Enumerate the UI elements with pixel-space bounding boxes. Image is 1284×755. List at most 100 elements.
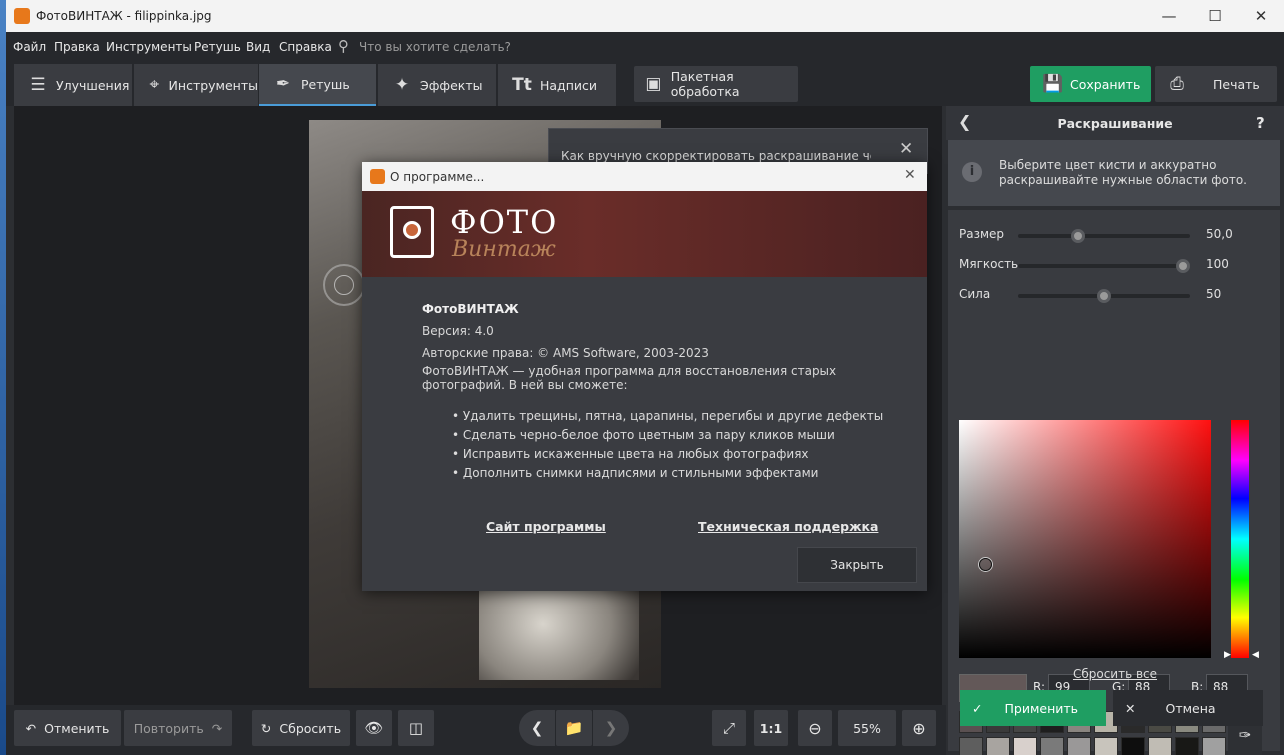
close-dialog-button[interactable]: Закрыть	[797, 547, 917, 583]
size-slider[interactable]	[1018, 229, 1190, 243]
swatches-row-2	[959, 737, 1226, 755]
close-window-button[interactable]: ✕	[1238, 0, 1284, 32]
menu-edit[interactable]: Правка	[54, 40, 100, 54]
color-swatch[interactable]	[959, 737, 983, 755]
menu-retouch[interactable]: Ретушь	[194, 40, 241, 54]
strength-slider[interactable]	[1018, 289, 1190, 303]
reset-all-link[interactable]: Сбросить все	[946, 667, 1284, 681]
prev-photo-button[interactable]: ❮	[519, 710, 555, 746]
reset-button[interactable]: ↻ Сбросить	[252, 710, 350, 746]
zoom-in-icon[interactable]: ⊕	[902, 710, 936, 746]
retouch-panel: ❮ Раскрашивание ? i Выберите цвет кисти …	[946, 106, 1284, 755]
cancel-button[interactable]: ✕ Отмена	[1113, 690, 1263, 726]
app-logo-icon	[14, 8, 30, 24]
info-line-2: раскрашивайте нужные области фото.	[999, 173, 1247, 187]
color-swatch[interactable]	[1067, 737, 1091, 755]
hue-marker-left-icon: ▶	[1224, 650, 1231, 660]
about-version: Версия: 4.0	[422, 324, 494, 338]
title-bar: ФотоВИНТАЖ - filippinka.jpg — ☐ ✕	[6, 0, 1284, 32]
info-icon: i	[962, 162, 982, 182]
about-bullet: • Удалить трещины, пятна, царапины, пере…	[452, 409, 884, 423]
tab-label: Ретушь	[301, 76, 350, 92]
hue-marker-right-icon: ◀	[1252, 650, 1259, 660]
size-value: 50,0	[1206, 227, 1233, 241]
about-bullet: • Дополнить снимки надписями и стильными…	[452, 466, 819, 480]
color-swatch[interactable]	[986, 737, 1010, 755]
about-banner: ФОТО Винтаж	[362, 191, 927, 277]
softness-value: 100	[1206, 257, 1229, 271]
picker-cursor[interactable]	[979, 558, 992, 571]
panel-title: Раскрашивание	[1057, 116, 1173, 131]
batch-processing-button[interactable]: ▣ Пакетная обработка	[634, 66, 798, 102]
compare-icon[interactable]: ◫	[398, 710, 434, 746]
text-icon: Tt	[512, 75, 532, 95]
hue-slider[interactable]	[1231, 420, 1249, 658]
maximize-button[interactable]: ☐	[1192, 0, 1238, 32]
color-swatch[interactable]	[1175, 737, 1199, 755]
color-swatch[interactable]	[1040, 737, 1064, 755]
check-icon: ✓	[972, 700, 983, 716]
about-title: О программе...	[390, 170, 485, 184]
save-button[interactable]: 💾 Сохранить	[1030, 66, 1151, 102]
panel-info: i Выберите цвет кисти и аккуратно раскра…	[948, 140, 1280, 206]
tab-enhancements[interactable]: ☰ Улучшения	[14, 64, 132, 106]
color-swatch[interactable]	[1148, 737, 1172, 755]
color-swatch[interactable]	[1094, 737, 1118, 755]
panel-header: ❮ Раскрашивание ?	[946, 106, 1284, 140]
color-swatch[interactable]	[1202, 737, 1226, 755]
color-swatch[interactable]	[1013, 737, 1037, 755]
redo-icon: ↷	[211, 720, 223, 736]
window-title: ФотоВИНТАЖ - filippinka.jpg	[36, 9, 212, 23]
about-dialog: О программе... ✕ ФОТО Винтаж ФотоВИНТАЖ …	[362, 162, 927, 591]
cancel-label: Отмена	[1165, 700, 1216, 716]
tab-text[interactable]: Tt Надписи	[498, 64, 616, 106]
menu-bar: Файл Правка Инструменты Ретушь Вид Справ…	[6, 32, 1284, 61]
zoom-level[interactable]: 55%	[838, 710, 896, 746]
color-picker-area[interactable]	[959, 420, 1211, 658]
site-link[interactable]: Сайт программы	[486, 519, 606, 534]
eye-icon[interactable]: 👁	[356, 710, 392, 746]
slider-thumb[interactable]	[1176, 259, 1191, 273]
softness-slider[interactable]	[1018, 259, 1191, 273]
zoom-out-icon[interactable]: ⊖	[798, 710, 832, 746]
image-stack-icon: ▣	[645, 74, 662, 94]
support-link[interactable]: Техническая поддержка	[698, 519, 878, 534]
menu-help[interactable]: Справка	[279, 40, 332, 54]
folder-icon[interactable]: 📁	[556, 710, 592, 746]
tab-label: Инструменты	[168, 77, 258, 93]
color-swatch[interactable]	[1121, 737, 1145, 755]
about-desc-1: ФотоВИНТАЖ — удобная программа для восст…	[422, 364, 837, 378]
menu-tools[interactable]: Инструменты	[106, 40, 192, 54]
print-label: Печать	[1213, 76, 1260, 92]
printer-icon: ⎙	[1170, 74, 1184, 94]
floppy-icon: 💾	[1042, 74, 1064, 94]
wand-icon: ✦	[394, 75, 410, 95]
fit-screen-icon[interactable]: ⤢	[712, 710, 746, 746]
next-photo-button[interactable]: ❯	[593, 710, 629, 746]
tab-effects[interactable]: ✦ Эффекты	[378, 64, 496, 106]
about-title-bar: О программе... ✕	[362, 162, 927, 191]
slider-thumb[interactable]	[1071, 229, 1086, 243]
redo-button[interactable]: Повторить ↷	[124, 710, 232, 746]
apply-button[interactable]: ✓ Применить	[960, 690, 1106, 726]
minimize-button[interactable]: —	[1146, 0, 1192, 32]
close-icon[interactable]: ✕	[904, 167, 916, 183]
menu-file[interactable]: Файл	[13, 40, 46, 54]
slider-thumb[interactable]	[1097, 289, 1111, 303]
help-icon[interactable]: ?	[1256, 114, 1265, 132]
tab-label: Улучшения	[56, 77, 130, 93]
print-button[interactable]: ⎙ Печать	[1155, 66, 1277, 102]
ratio-button[interactable]: 1:1	[754, 710, 788, 746]
redo-label: Повторить	[133, 720, 204, 736]
tab-retouch[interactable]: ✒ Ретушь	[259, 64, 376, 106]
undo-button[interactable]: ↶ Отменить	[14, 710, 121, 746]
info-line-1: Выберите цвет кисти и аккуратно	[999, 158, 1217, 172]
bottom-bar: ↶ Отменить Повторить ↷ ↻ Сбросить 👁 ◫ ❮ …	[6, 705, 946, 755]
undo-label: Отменить	[44, 720, 110, 736]
about-app-name: ФотоВИНТАЖ	[422, 302, 519, 316]
search-input[interactable]: Что вы хотите сделать?	[359, 40, 511, 54]
tab-tools[interactable]: ⌖ Инструменты	[134, 64, 258, 106]
menu-view[interactable]: Вид	[246, 40, 270, 54]
tip-text: Как вручную скорректировать раскрашивани…	[561, 149, 871, 163]
close-icon[interactable]: ✕	[899, 139, 913, 159]
